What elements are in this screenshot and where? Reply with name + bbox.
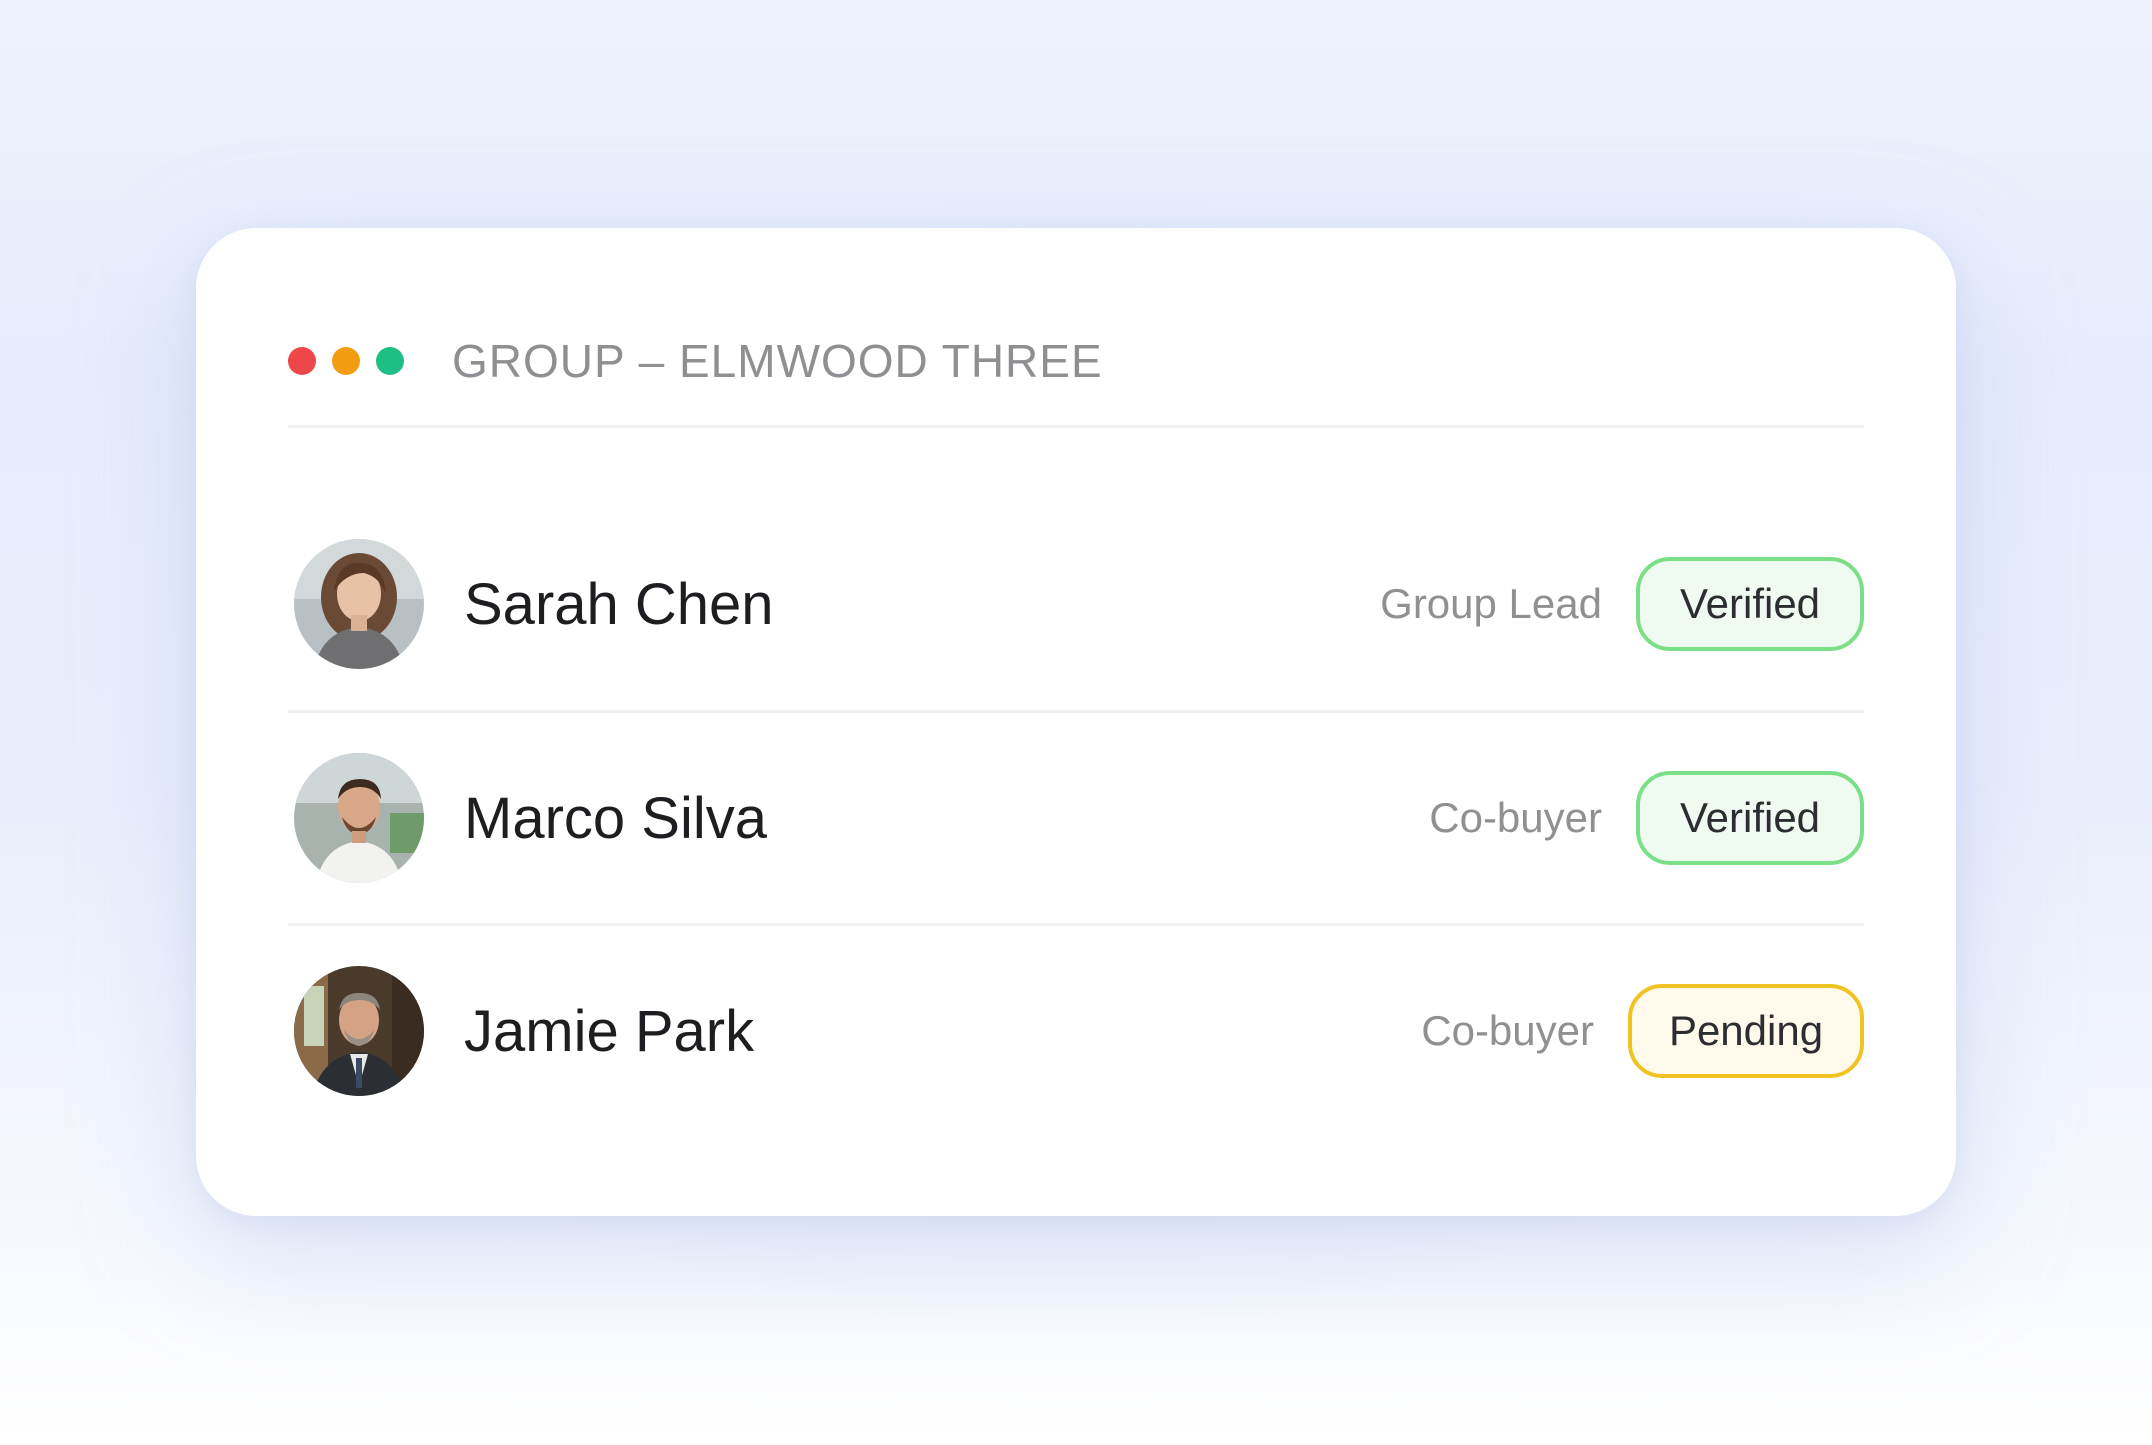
avatar [294,753,424,883]
member-role: Group Lead [1380,580,1602,627]
close-dot-icon[interactable] [288,347,316,375]
member-role: Co-buyer [1429,794,1602,841]
group-title: GROUP – ELMWOOD THREE [452,335,1103,387]
minimize-dot-icon[interactable] [332,347,360,375]
member-name: Jamie Park [464,998,755,1064]
status-badge: Verified [1636,771,1864,865]
member-row[interactable]: Marco Silva Co-buyer Verified [288,710,1864,923]
member-role: Co-buyer [1421,1007,1594,1054]
status-badge: Pending [1628,984,1864,1078]
member-name: Marco Silva [464,785,767,851]
avatar [294,966,424,1096]
window-controls [288,347,404,375]
window-header: GROUP – ELMWOOD THREE [288,320,1864,402]
member-list: Sarah Chen Group Lead Verified Marco Sil… [288,528,1864,1136]
avatar-portrait-icon [294,539,424,669]
member-name: Sarah Chen [464,571,774,637]
member-row[interactable]: Jamie Park Co-buyer Pending [288,923,1864,1136]
member-meta: Co-buyer Pending [1421,984,1864,1078]
member-meta: Co-buyer Verified [1429,771,1864,865]
status-badge: Verified [1636,557,1864,651]
avatar-portrait-icon [294,753,424,883]
avatar-portrait-icon [294,966,424,1096]
group-window: GROUP – ELMWOOD THREE Sarah Chen Group L… [196,228,1956,1216]
avatar [294,539,424,669]
member-row[interactable]: Sarah Chen Group Lead Verified [288,498,1864,710]
header-divider [288,425,1864,428]
maximize-dot-icon[interactable] [376,347,404,375]
member-meta: Group Lead Verified [1380,557,1864,651]
